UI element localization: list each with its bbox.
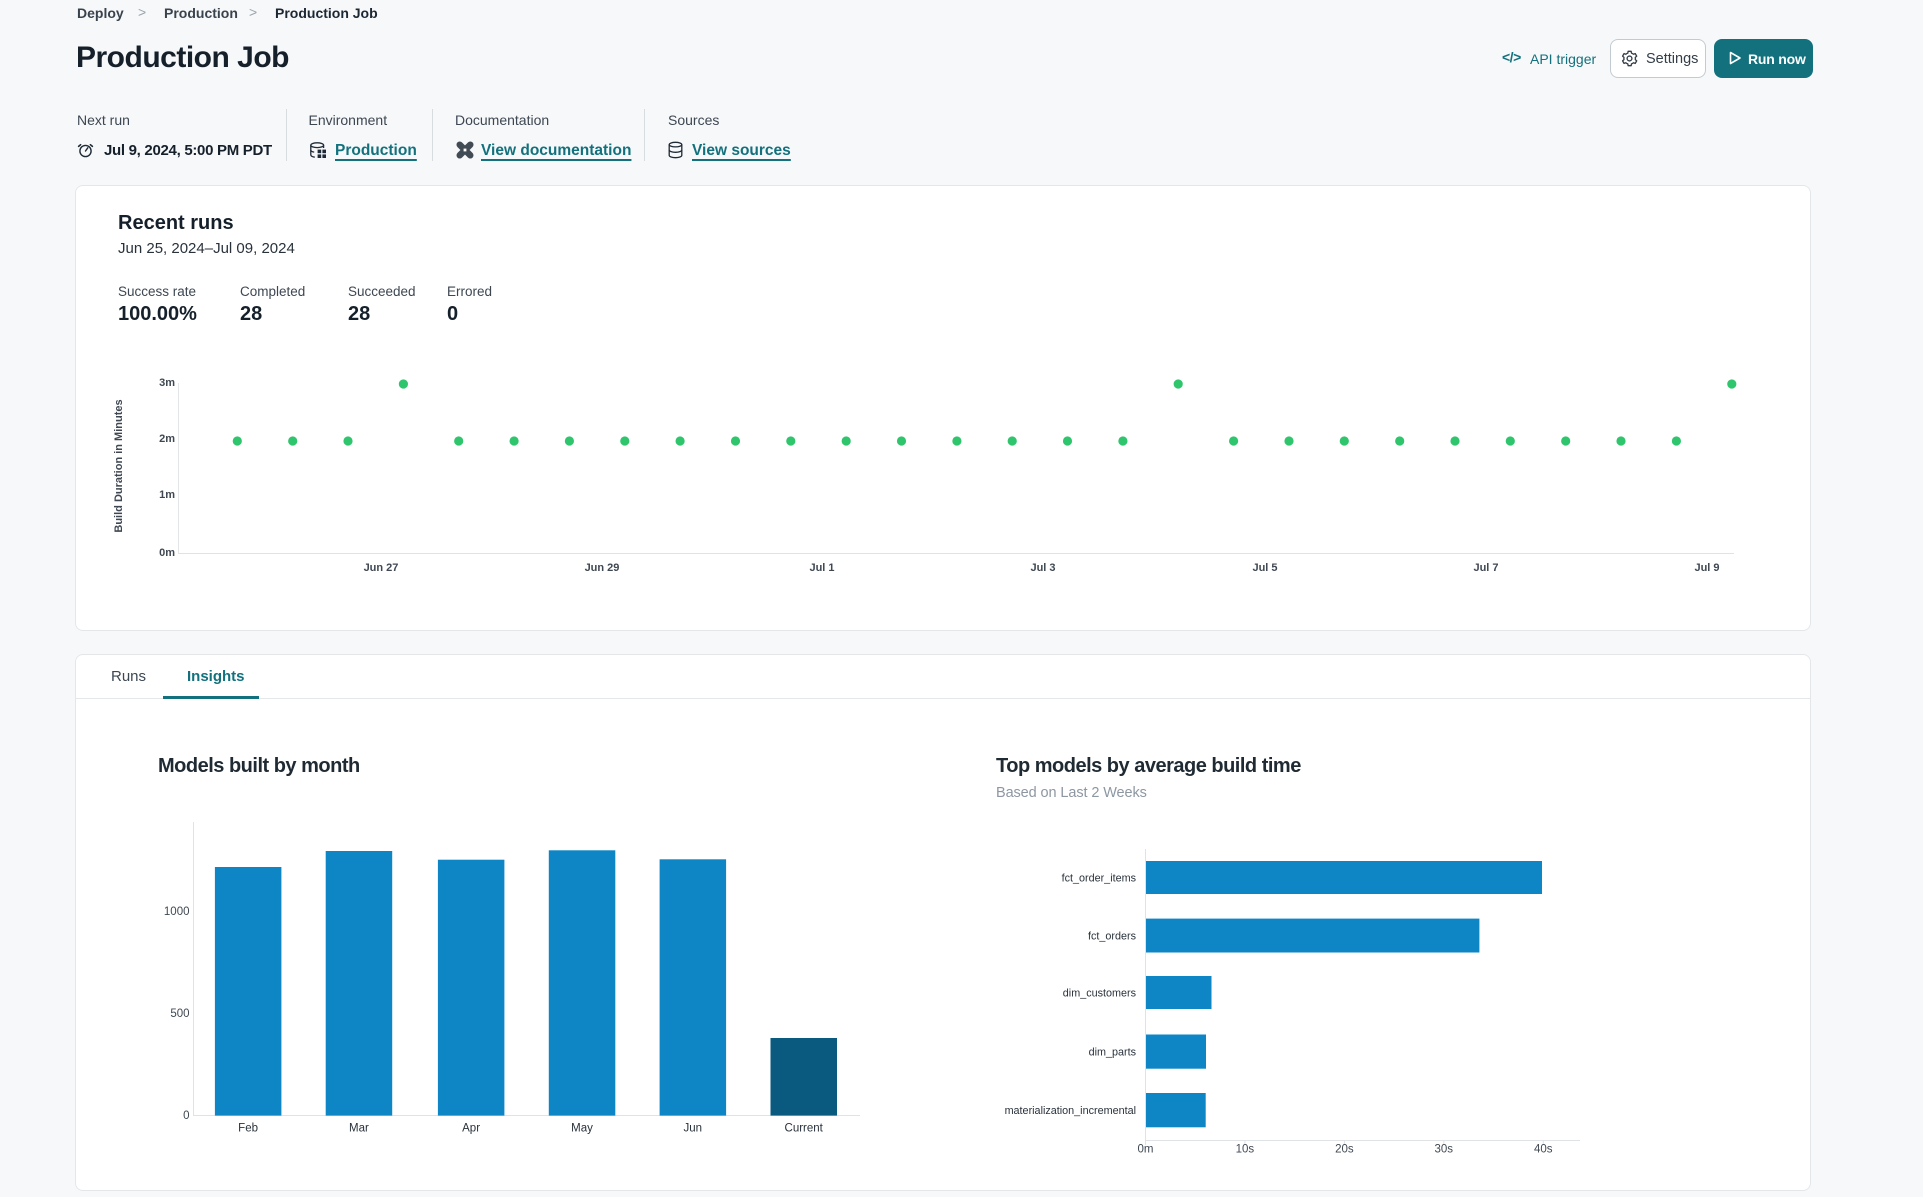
svg-text:20s: 20s [1335, 1144, 1354, 1156]
svg-text:30s: 30s [1435, 1144, 1454, 1156]
svg-text:Build Duration in Minutes: Build Duration in Minutes [113, 399, 125, 532]
svg-text:1000: 1000 [164, 906, 190, 918]
svg-text:0m: 0m [159, 547, 175, 559]
svg-text:Jul 7: Jul 7 [1473, 562, 1498, 574]
svg-text:Current: Current [785, 1123, 824, 1135]
svg-text:3m: 3m [159, 377, 175, 389]
svg-text:Jul 1: Jul 1 [809, 562, 834, 574]
svg-text:fct_orders: fct_orders [1088, 931, 1137, 943]
svg-text:Jun: Jun [684, 1123, 703, 1135]
svg-text:Jul 5: Jul 5 [1252, 562, 1277, 574]
svg-text:500: 500 [170, 1008, 189, 1020]
svg-text:May: May [571, 1123, 593, 1135]
svg-text:Jun 29: Jun 29 [585, 562, 620, 574]
svg-text:Feb: Feb [238, 1123, 258, 1135]
svg-text:10s: 10s [1236, 1144, 1255, 1156]
svg-text:materialization_incremental: materialization_incremental [1005, 1105, 1136, 1117]
svg-text:dim_customers: dim_customers [1063, 988, 1137, 1000]
svg-text:0m: 0m [1138, 1144, 1154, 1156]
svg-text:Mar: Mar [349, 1123, 369, 1135]
svg-text:Jun 27: Jun 27 [364, 562, 399, 574]
svg-text:dim_parts: dim_parts [1089, 1047, 1137, 1059]
svg-text:2m: 2m [159, 433, 175, 445]
svg-text:Jul 3: Jul 3 [1030, 562, 1055, 574]
svg-text:40s: 40s [1534, 1144, 1553, 1156]
svg-text:Jul 9: Jul 9 [1694, 562, 1719, 574]
svg-text:0: 0 [183, 1110, 189, 1122]
svg-text:1m: 1m [159, 489, 175, 501]
svg-text:fct_order_items: fct_order_items [1062, 873, 1137, 885]
svg-text:Apr: Apr [462, 1123, 480, 1135]
